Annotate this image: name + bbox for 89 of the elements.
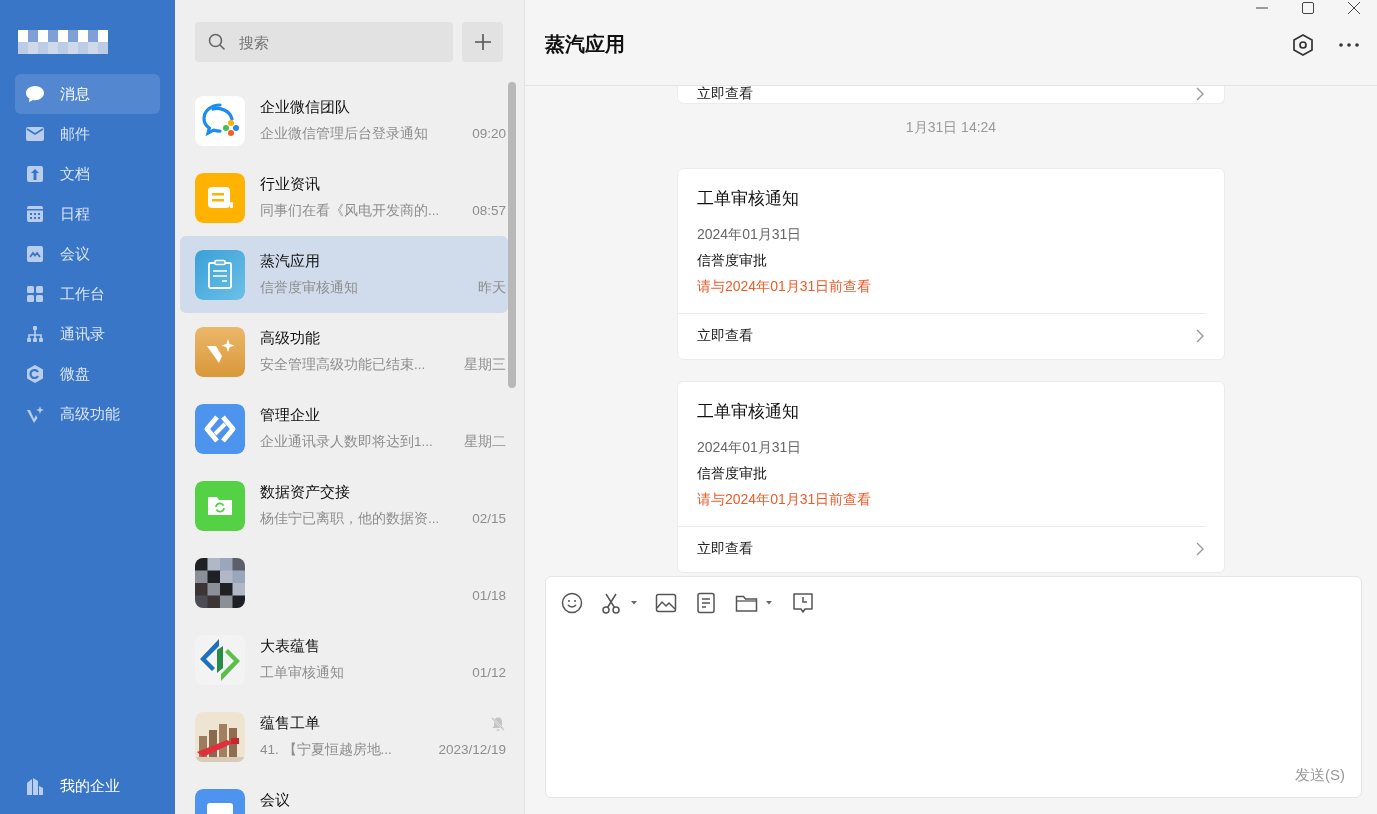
message-preview: 企业通讯录人数即将达到1... [260,432,433,451]
chat-name: 管理企业 [260,406,320,425]
card-date: 2024年01月31日 [696,438,803,457]
vip-icon [25,404,45,424]
add-button[interactable] [462,22,503,62]
plus-icon [473,33,492,51]
calendar-icon [25,204,45,224]
scrollbar-thumb[interactable] [508,82,516,388]
smiley-icon[interactable] [561,592,583,614]
card-subject: 信誉度审批 [696,251,768,270]
chat-name: 会议 [260,791,290,810]
nav-item[interactable]: 消息 [15,74,160,114]
meeting-icon [25,244,45,264]
chat-item[interactable]: 企业微信团队 企业微信管理后台登录通知 09:20 [180,82,508,159]
image-icon[interactable] [655,592,677,614]
building-icon [25,776,45,796]
chevron-right-icon [1196,542,1204,556]
chat-time: 星期二 [464,432,506,451]
chat-name: 数据资产交接 [260,483,350,502]
chat-bubbles-icon [195,95,245,146]
chat-name: 大表蕴售 [260,637,320,656]
nav-item[interactable]: 会议 [15,234,160,274]
chat-item[interactable]: 行业资讯 同事们在看《风电开发商的... 08:57 [180,159,508,236]
chat-name: 蒸汽应用 [260,252,320,271]
message-preview: 安全管理高级功能已结束... [260,355,426,374]
grid-icon [25,284,45,304]
message-preview: 杨佳宁已离职，他的数据资... [260,509,440,528]
search-field[interactable]: 搜索 [195,22,453,62]
chat-item[interactable]: 01/18 [180,544,508,621]
message-preview: 41. 【宁夏恒越房地... [260,740,392,759]
document-icon[interactable] [695,592,717,614]
nav-item[interactable]: 高级功能 [15,394,160,434]
chat-name: 企业微信团队 [260,98,350,117]
nav-item[interactable]: 通讯录 [15,314,160,354]
chat-name: 蕴售工单 [260,714,320,733]
chat-icon [25,84,45,104]
view-now-link[interactable]: 立即查看 [678,314,1224,359]
chat-name: 高级功能 [260,329,320,348]
chat-item[interactable]: 蒸汽应用 信誉度审核通知 昨天 [180,236,508,313]
chat-item[interactable]: 高级功能 安全管理高级功能已结束... 星期三 [180,313,508,390]
nav-item[interactable]: 工作台 [15,274,160,314]
link-icon [195,403,245,454]
chat-item[interactable]: 管理企业 企业通讯录人数即将达到1... 星期二 [180,390,508,467]
clipboard-icon [195,249,245,300]
date-separator: 1月31日 14:24 [905,119,997,137]
chat-title: 蒸汽应用 [545,32,626,57]
message-preview: 信誉度审核通知 [260,278,358,297]
chevron-right-icon [1196,329,1204,343]
chat-name: 行业资讯 [260,175,320,194]
sparkle-v-icon [195,326,245,377]
send-button[interactable]: 发送(S) [1295,766,1345,785]
deadline-text: 请与2024年01月31日前查看 [678,483,1206,527]
chat-time: 2023/12/19 [438,742,506,757]
chat-item[interactable]: 蕴售工单 41. 【宁夏恒越房地... 2023/12/19 [180,698,508,775]
deadline-text: 请与2024年01月31日前查看 [678,270,1206,314]
chat-time: 08:57 [472,203,506,218]
chevron-right-icon [1196,87,1204,101]
clock-message-icon[interactable] [791,591,815,615]
message-preview: 工单审核通知 [260,663,344,682]
nav-item[interactable]: 文档 [15,154,160,194]
chat-time: 01/12 [472,665,506,680]
mail-icon [25,124,45,144]
message-input[interactable]: 发送(S) [545,576,1362,798]
doc-icon [25,164,45,184]
chat-time: 09:20 [472,126,506,141]
nav-item[interactable]: 微盘 [15,354,160,394]
chat-time: 01/18 [472,588,506,603]
chat-time: 昨天 [478,278,506,297]
card-title: 工单审核通知 [696,188,800,210]
nav-item[interactable]: 邮件 [15,114,160,154]
scissors-icon[interactable] [601,592,637,614]
chat-item[interactable]: 大表蕴售 工单审核通知 01/12 [180,621,508,698]
chat-time: 星期三 [464,355,506,374]
message-preview: 同事们在看《风电开发商的... [260,201,440,220]
card-date: 2024年01月31日 [696,225,803,244]
contacts-icon [25,324,45,344]
nav-item[interactable]: 日程 [15,194,160,234]
my-company-item[interactable]: 我的企业 [15,776,160,796]
chat-item[interactable]: 数据资产交接 杨佳宁已离职，他的数据资... 02/15 [180,467,508,544]
note-icon [195,172,245,223]
hexagon-settings-icon[interactable] [1291,32,1315,57]
message-preview: 企业微信管理后台登录通知 [260,124,428,143]
chat-item[interactable]: 会议 [180,775,508,814]
card-title: 工单审核通知 [696,401,800,423]
card-subject: 信誉度审批 [696,464,768,483]
view-now-link[interactable]: 立即查看 [697,86,753,103]
folder-icon [195,480,245,531]
chat-time: 02/15 [472,511,506,526]
view-now-link[interactable]: 立即查看 [678,527,1224,572]
